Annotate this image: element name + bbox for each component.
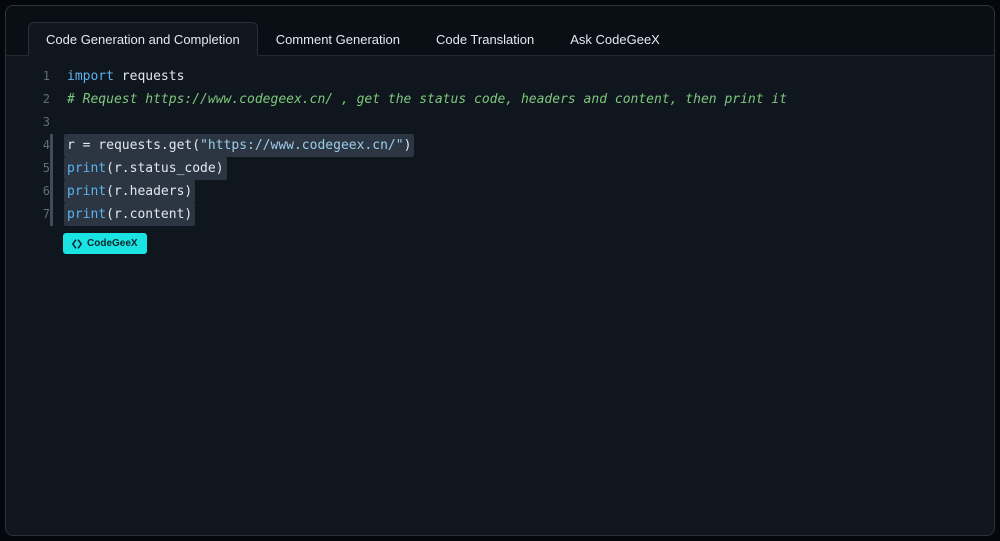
tab-code-translation[interactable]: Code Translation bbox=[418, 22, 552, 56]
line-number: 4 bbox=[6, 134, 50, 157]
line-number: 6 bbox=[6, 180, 50, 203]
code-line-content: # Request https://www.codegeex.cn/ , get… bbox=[50, 88, 994, 111]
codegeex-badge-button[interactable]: CodeGeeX bbox=[63, 233, 147, 254]
code-line[interactable]: 5print(r.status_code) bbox=[6, 157, 994, 180]
code-line[interactable]: 7print(r.content) bbox=[6, 203, 994, 226]
code-editor[interactable]: 1import requests2# Request https://www.c… bbox=[6, 56, 994, 535]
code-line-content: r = requests.get("https://www.codegeex.c… bbox=[50, 134, 994, 157]
tab-comment-generation[interactable]: Comment Generation bbox=[258, 22, 418, 56]
code-line[interactable]: 4r = requests.get("https://www.codegeex.… bbox=[6, 134, 994, 157]
tab-code-generation-and-completion[interactable]: Code Generation and Completion bbox=[28, 22, 258, 56]
code-line-content: print(r.status_code) bbox=[50, 157, 994, 180]
code-line[interactable]: 1import requests bbox=[6, 65, 994, 88]
line-number: 7 bbox=[6, 203, 50, 226]
code-line-content bbox=[50, 111, 994, 134]
tab-label: Comment Generation bbox=[276, 32, 400, 47]
code-line[interactable]: 2# Request https://www.codegeex.cn/ , ge… bbox=[6, 88, 994, 111]
app-panel: Code Generation and Completion Comment G… bbox=[5, 5, 995, 536]
line-number: 3 bbox=[6, 111, 50, 134]
line-number: 1 bbox=[6, 65, 50, 88]
tab-label: Code Translation bbox=[436, 32, 534, 47]
code-line-content: import requests bbox=[50, 65, 994, 88]
code-line[interactable]: 6print(r.headers) bbox=[6, 180, 994, 203]
tab-label: Code Generation and Completion bbox=[46, 32, 240, 47]
tab-label: Ask CodeGeeX bbox=[570, 32, 660, 47]
code-line-content: print(r.content) bbox=[50, 203, 994, 226]
line-number: 2 bbox=[6, 88, 50, 111]
code-line-content: print(r.headers) bbox=[50, 180, 994, 203]
line-number: 5 bbox=[6, 157, 50, 180]
code-line[interactable]: 3 bbox=[6, 111, 994, 134]
tab-ask-codegeex[interactable]: Ask CodeGeeX bbox=[552, 22, 678, 56]
codegeex-logo-icon bbox=[72, 239, 82, 249]
tab-bar: Code Generation and Completion Comment G… bbox=[6, 6, 994, 56]
codegeex-badge-label: CodeGeeX bbox=[87, 238, 138, 249]
code-lines: 1import requests2# Request https://www.c… bbox=[6, 65, 994, 226]
